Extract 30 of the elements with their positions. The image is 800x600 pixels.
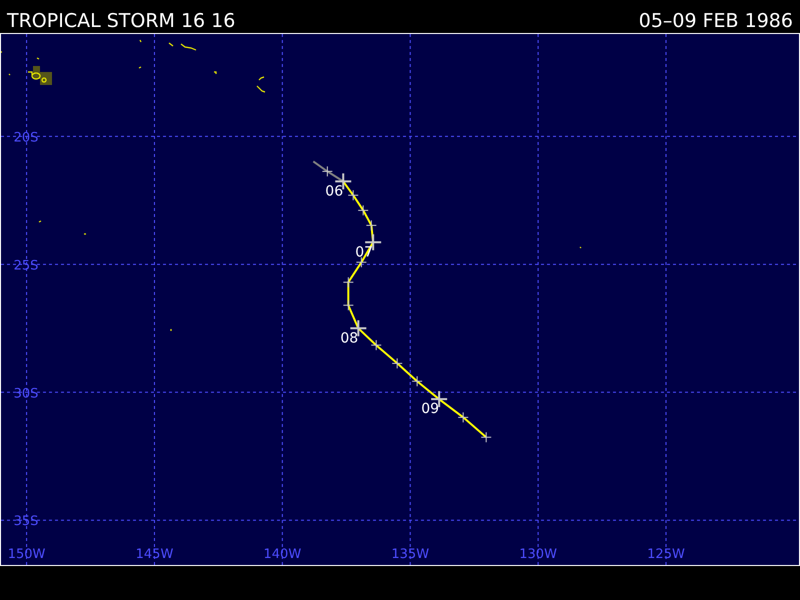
longitude-label: 135W xyxy=(391,547,430,562)
day-label: 09 xyxy=(421,401,440,418)
position-cross-icon xyxy=(342,300,354,311)
day-label: 08 xyxy=(340,330,358,346)
date-range: 05–09 FEB 1986 xyxy=(638,12,793,31)
island-outline-drawing xyxy=(1,51,52,85)
latitude-label: 35S xyxy=(14,514,38,530)
day-label: 06 xyxy=(325,183,344,200)
longitude-label: 125W xyxy=(647,547,685,562)
island-outline-drawing xyxy=(170,329,172,331)
position-cross-icon xyxy=(348,190,359,201)
longitude-label: 140W xyxy=(264,547,302,562)
island-outline-drawing xyxy=(38,220,42,223)
position-cross-icon xyxy=(370,340,382,351)
position-cross-icon xyxy=(392,358,403,369)
position-cross-icon xyxy=(322,166,333,177)
position-cross-icon xyxy=(412,376,423,387)
position-cross-icon xyxy=(358,204,369,216)
latitude-label: 20S xyxy=(14,130,38,146)
position-cross-icon xyxy=(458,412,469,423)
longitude-label: 130W xyxy=(519,547,557,562)
position-cross-icon xyxy=(342,276,354,288)
position-cross-icon xyxy=(480,432,492,443)
storm-title: TROPICAL STORM 16 16 xyxy=(7,12,236,31)
position-cross-icon xyxy=(366,220,377,231)
latitude-label: 30S xyxy=(14,386,38,402)
island-outline-drawing xyxy=(580,246,582,248)
longitude-label: 150W xyxy=(8,547,46,562)
longitude-label: 145W xyxy=(136,547,174,562)
island-outline-drawing xyxy=(84,233,86,235)
